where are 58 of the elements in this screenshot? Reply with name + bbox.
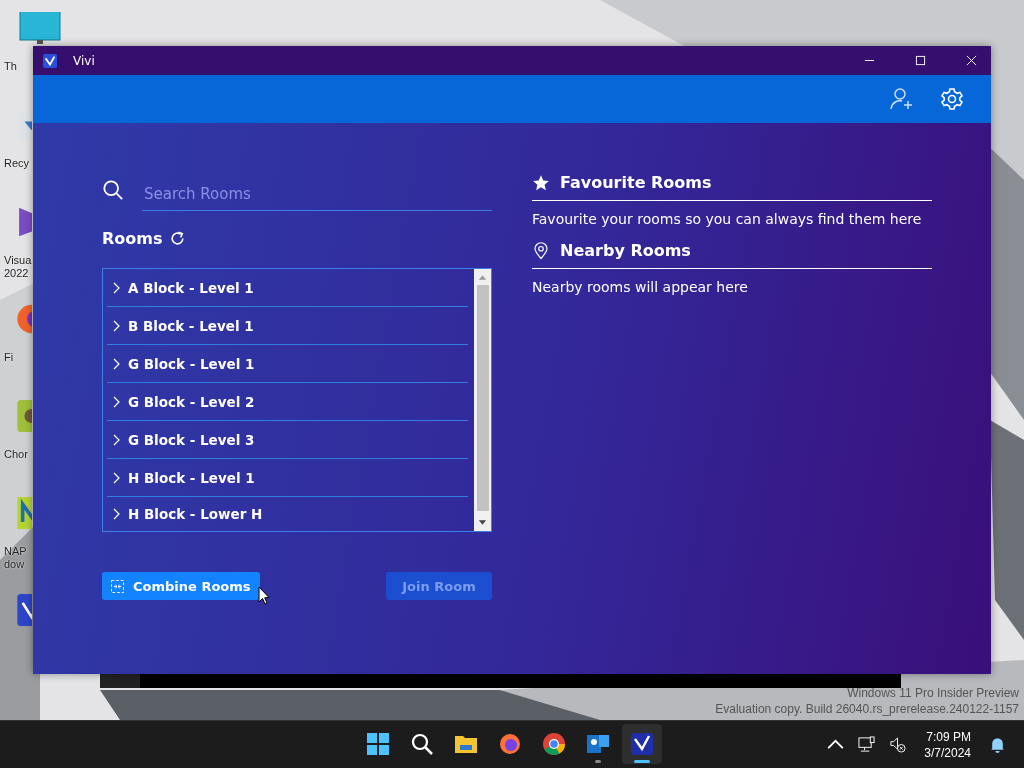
search-icon	[102, 179, 124, 201]
chevron-icon	[112, 281, 120, 294]
combine-rooms-button[interactable]: Combine Rooms	[102, 572, 260, 600]
watermark-text: Evaluation copy. Build 26040.rs_prerelease.240122-1157	[715, 701, 1019, 717]
windows-logo-icon[interactable]	[366, 732, 390, 756]
desktop-icon-label[interactable]: Visua	[4, 254, 32, 267]
desktop-icon-label[interactable]: NAP	[4, 545, 27, 558]
room-item[interactable]: H Block - Lower H	[107, 497, 468, 531]
location-pin-icon	[532, 241, 550, 260]
search-field[interactable]: Search Rooms	[142, 179, 492, 211]
chevron-icon	[112, 433, 120, 446]
mouse-cursor-icon	[258, 586, 270, 605]
room-item[interactable]: B Block - Level 1	[107, 307, 468, 345]
settings-icon[interactable]	[940, 87, 964, 111]
nearby-message: Nearby rooms will appear here	[532, 279, 748, 295]
window-title: Vivi	[73, 53, 95, 68]
room-item[interactable]: A Block - Level 1	[107, 269, 468, 307]
maximize-icon[interactable]	[915, 55, 926, 66]
chevron-icon	[112, 395, 120, 408]
section-title: Favourite Rooms	[560, 173, 712, 192]
room-item[interactable]: G Block - Level 2	[107, 383, 468, 421]
combine-icon	[111, 579, 124, 593]
search-icon[interactable]	[410, 732, 434, 756]
desktop-icon-label[interactable]: Th	[4, 60, 17, 73]
favourites-message: Favourite your rooms so you can always find them here	[532, 211, 922, 227]
muted-speaker-icon[interactable]	[889, 736, 907, 753]
desktop-icon-label[interactable]: 2022	[4, 267, 29, 280]
room-item[interactable]: G Block - Level 3	[107, 421, 468, 459]
network-icon[interactable]	[858, 736, 876, 753]
room-item[interactable]: H Block - Level 1	[107, 459, 468, 497]
rooms-heading: Rooms	[102, 229, 163, 248]
fox-browser-icon[interactable]	[498, 732, 522, 756]
refresh-icon[interactable]	[168, 230, 186, 247]
app-logo-icon[interactable]	[630, 732, 654, 756]
chevron-icon	[112, 357, 120, 370]
scrollbar[interactable]	[474, 269, 491, 531]
add-user-icon[interactable]	[890, 87, 914, 111]
clock-date[interactable]: 3/7/2024	[924, 744, 971, 761]
notification-bell-icon[interactable]	[989, 736, 1006, 753]
close-icon[interactable]	[966, 55, 977, 66]
section-title: Nearby Rooms	[560, 241, 691, 260]
desktop-icon-label[interactable]: dow	[4, 558, 25, 571]
app-logo-icon	[43, 53, 57, 68]
desktop-icon-label[interactable]: Recy	[4, 157, 30, 170]
star-icon	[532, 173, 550, 192]
desktop-icon-label[interactable]: Chor	[4, 448, 28, 461]
chevron-icon	[112, 508, 120, 520]
people-app-icon[interactable]	[586, 732, 610, 756]
monitor-icon[interactable]	[18, 12, 62, 44]
room-item[interactable]: G Block - Level 1	[107, 345, 468, 383]
scroll-down-arrow-icon[interactable]	[478, 520, 487, 526]
desktop-icon-label[interactable]: Fi	[4, 351, 14, 364]
chevron-icon	[112, 471, 120, 484]
clock-time[interactable]: 7:09 PM	[926, 728, 971, 745]
taskbar-button[interactable]	[622, 724, 662, 764]
watermark-text: Windows 11 Pro Insider Preview	[847, 685, 1019, 701]
round-browser-icon[interactable]	[542, 732, 566, 756]
chevron-icon	[112, 319, 120, 332]
